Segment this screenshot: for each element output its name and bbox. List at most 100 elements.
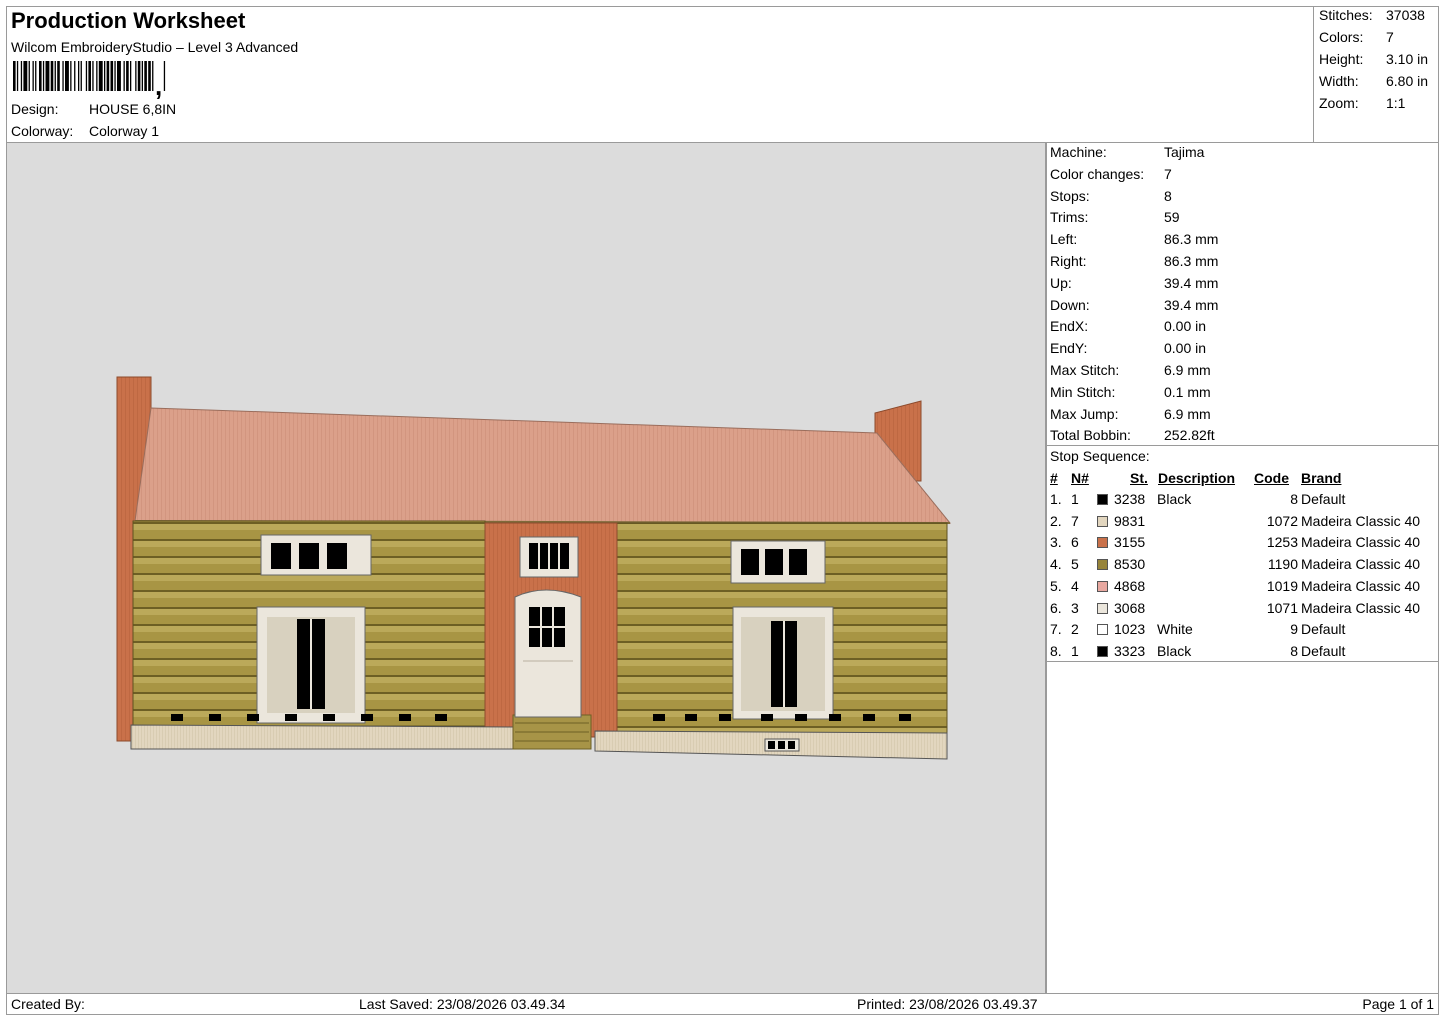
info-label: Min Stitch: (1050, 383, 1116, 400)
software-subtitle: Wilcom EmbroideryStudio – Level 3 Advanc… (11, 39, 299, 55)
color-swatch (1097, 645, 1108, 657)
machine-info-row: Down: 39.4 mm (1050, 297, 1218, 313)
info-value: 252.82ft (1164, 427, 1215, 444)
seq-code: 1071 (1266, 599, 1298, 616)
info-label: Down: (1050, 296, 1090, 313)
info-label: Max Jump: (1050, 405, 1119, 422)
seq-index: 6. (1050, 599, 1062, 616)
info-value: 7 (1164, 165, 1172, 182)
machine-info-row: Color changes: 7 (1050, 166, 1172, 182)
color-swatch (1097, 559, 1108, 571)
seq-code: 1190 (1267, 556, 1298, 573)
stat-label: Width: (1319, 73, 1359, 89)
stat-row: Height: 3.10 in (1319, 51, 1428, 67)
machine-info-row: EndY: 0.00 in (1050, 340, 1206, 356)
seq-needle: 7 (1071, 512, 1079, 529)
stat-row: Colors: 7 (1319, 29, 1394, 45)
machine-info-row: Machine: Tajima (1050, 144, 1204, 160)
info-value: 6.9 mm (1164, 362, 1211, 378)
info-value: 59 (1164, 209, 1180, 226)
svg-text:,: , (155, 71, 162, 99)
machine-info-row: Right: 86.3 mm (1050, 253, 1218, 269)
info-value: Tajima (1164, 144, 1205, 160)
machine-info-row: Max Stitch: 6.9 mm (1050, 362, 1211, 378)
machine-info-row: Total Bobbin: 252.82ft (1050, 427, 1215, 443)
info-value: 0.00 in (1164, 340, 1207, 357)
seq-stitches: 8530 (1114, 556, 1146, 573)
seq-needle: 3 (1071, 599, 1079, 616)
col-header-code: Code (1254, 470, 1289, 486)
page-title: Production Worksheet (11, 8, 246, 33)
col-header-num: # (1050, 470, 1058, 486)
info-value: 0.1 mm (1164, 383, 1211, 400)
page-number: Page 1 of 1 (1362, 996, 1434, 1012)
stat-value: 7 (1386, 29, 1394, 45)
colorway-row: Colorway: Colorway 1 (11, 123, 159, 139)
seq-code: 8 (1290, 491, 1298, 507)
seq-code: 1019 (1266, 577, 1298, 594)
info-label: Left: (1050, 231, 1078, 248)
stat-label: Height: (1319, 51, 1364, 67)
machine-info-row: Max Jump: 6.9 mm (1050, 406, 1211, 422)
seq-needle: 1 (1071, 491, 1079, 507)
info-value: 86.3 mm (1164, 253, 1219, 269)
stat-row: Zoom: 1:1 (1319, 95, 1405, 111)
info-value: 39.4 mm (1164, 296, 1219, 313)
info-label: Max Stitch: (1050, 362, 1120, 378)
seq-code: 8 (1290, 642, 1298, 659)
color-swatch (1097, 602, 1108, 614)
stat-value: 37038 (1386, 7, 1425, 23)
seq-index: 4. (1050, 556, 1062, 573)
seq-stitches: 1023 (1114, 621, 1146, 638)
seq-index: 8. (1050, 642, 1062, 659)
machine-info-row: Stops: 8 (1050, 188, 1172, 204)
seq-brand: Madeira Classic 40 (1301, 599, 1421, 616)
seq-stitches: 3238 (1114, 491, 1146, 507)
info-label: Color changes: (1050, 165, 1145, 182)
stat-label: Colors: (1319, 29, 1364, 45)
info-label: Total Bobbin: (1050, 427, 1131, 444)
seq-description: Black (1157, 491, 1192, 507)
seq-code: 1072 (1266, 512, 1298, 529)
stat-label: Zoom: (1319, 95, 1359, 111)
seq-index: 5. (1050, 577, 1062, 594)
stat-label: Stitches: (1319, 7, 1373, 23)
info-value: 6.9 mm (1164, 405, 1211, 422)
seq-description: White (1157, 621, 1193, 638)
seq-needle: 5 (1071, 556, 1079, 573)
machine-info-row: Up: 39.4 mm (1050, 275, 1218, 291)
barcode-icon: , (13, 61, 166, 99)
roof (134, 407, 952, 524)
info-label: EndX: (1050, 318, 1089, 335)
design-value: HOUSE 6,8IN (89, 101, 177, 117)
col-header-brand: Brand (1301, 470, 1342, 486)
info-label: Right: (1050, 253, 1087, 269)
machine-info-row: EndX: 0.00 in (1050, 318, 1206, 334)
color-swatch (1097, 580, 1108, 592)
stop-sequence-title: Stop Sequence: (1050, 448, 1150, 464)
info-label: Up: (1050, 274, 1072, 291)
color-swatch (1097, 537, 1108, 549)
seq-needle: 6 (1071, 534, 1079, 551)
stats-panel: Stitches: 37038 Colors: 7 Height: 3.10 in W… (1313, 6, 1442, 143)
colorway-label: Colorway: (11, 123, 74, 139)
col-header-st: St. (1130, 470, 1148, 486)
stat-value: 1:1 (1386, 95, 1406, 111)
seq-stitches: 9831 (1114, 512, 1146, 529)
seq-index: 7. (1050, 621, 1062, 638)
machine-info-row: Left: 86.3 mm (1050, 231, 1218, 247)
seq-description: Black (1157, 642, 1192, 659)
info-value: 0.00 in (1164, 318, 1207, 335)
info-label: Machine: (1050, 144, 1107, 160)
color-swatch (1097, 494, 1108, 505)
seq-stitches: 3155 (1114, 534, 1146, 551)
left-foundation (130, 724, 516, 750)
info-value: 8 (1164, 187, 1172, 204)
colorway-value: Colorway 1 (89, 123, 160, 139)
machine-info-panel: Machine: Tajima Color changes: 7 Stops: 8 Trim… (1045, 142, 1439, 994)
design-preview-canvas[interactable] (6, 142, 1047, 994)
info-label: EndY: (1050, 340, 1088, 357)
info-value: 86.3 mm (1164, 231, 1219, 248)
seq-index: 3. (1050, 534, 1062, 551)
worksheet-footer: Created By: Last Saved: 23/08/2026 03.49… (6, 993, 1439, 1015)
